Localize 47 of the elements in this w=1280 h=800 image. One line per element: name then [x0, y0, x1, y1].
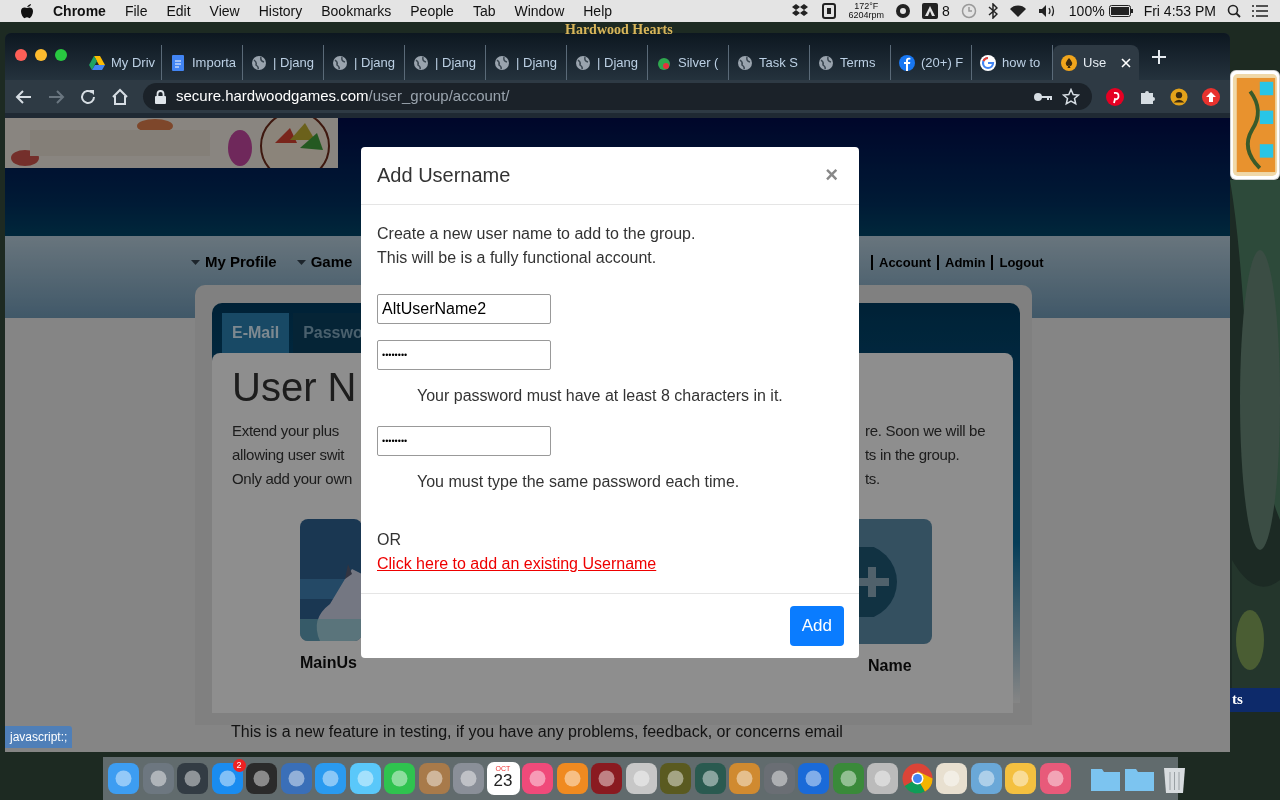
menu-item[interactable]: Bookmarks: [321, 0, 392, 22]
battery-percent: 100%: [1068, 1, 1105, 21]
page-heading: User N: [232, 364, 357, 411]
intro-text: ts.: [865, 469, 881, 489]
nav-link[interactable]: Game: [296, 250, 353, 274]
intro-text: re. Soon we will be: [865, 421, 986, 441]
menu-item[interactable]: Tab: [472, 0, 496, 22]
fan-reading: 6204rpm: [848, 11, 885, 20]
notification-count: 8: [942, 1, 950, 21]
help-text: You must type the same password each time.: [417, 471, 741, 492]
url-text: secure.hardwoodgames.com/user_group/account/: [176, 86, 510, 107]
add-button[interactable]: Add: [789, 606, 844, 646]
menu-item[interactable]: History: [258, 0, 303, 22]
footer-text: This is a new feature in testing, if you have any problems, feedback, or concerns email: [231, 722, 843, 742]
temperature-reading: 172°F: [853, 2, 880, 11]
nav-link[interactable]: My Profile: [191, 250, 277, 274]
menu-item[interactable]: Window: [514, 0, 565, 22]
existing-username-link[interactable]: Click here to add an existing Username: [377, 554, 657, 572]
input-field[interactable]: ••••••••: [377, 339, 551, 370]
close-button[interactable]: ×: [819, 163, 844, 188]
menu-item[interactable]: People: [410, 0, 454, 22]
nav-link[interactable]: Admin: [937, 254, 992, 270]
modal-title: Add Username: [377, 163, 511, 188]
menu-item[interactable]: Edit: [166, 0, 191, 22]
help-text: Your password must have at least 8 characters in it.: [417, 385, 784, 406]
intro-text: ts in the group.: [865, 445, 961, 465]
instruction-text: Create a new user name to add to the group.: [377, 223, 697, 244]
menu-clock[interactable]: Fri 4:53 PM: [1143, 0, 1216, 22]
user-label: Name: [868, 656, 912, 676]
instruction-text: This will be is a fully functional account.: [377, 247, 658, 268]
menu-item[interactable]: File: [124, 0, 148, 22]
user-label: MainUs: [300, 653, 357, 673]
intro-text: Only add your own: [232, 469, 353, 489]
nav-link[interactable]: Account: [871, 254, 937, 270]
intro-text: Extend your plus: [232, 421, 340, 441]
intro-text: allowing user swit: [232, 445, 346, 465]
nav-link[interactable]: Logout: [991, 254, 1050, 270]
or-text: OR: [377, 529, 402, 550]
menu-item[interactable]: View: [209, 0, 240, 22]
input-field[interactable]: ••••••••: [377, 425, 551, 456]
window-title: Hardwood Hearts: [565, 22, 673, 38]
app-menu[interactable]: Chrome: [53, 0, 106, 22]
window-title: ts: [1230, 688, 1280, 712]
address-bar[interactable]: secure.hardwoodgames.com/user_group/account/: [143, 83, 1092, 110]
browser-tab[interactable]: Use: [1053, 45, 1139, 80]
input-field[interactable]: AltUserName2: [377, 293, 551, 324]
menu-item[interactable]: Help: [583, 0, 613, 22]
